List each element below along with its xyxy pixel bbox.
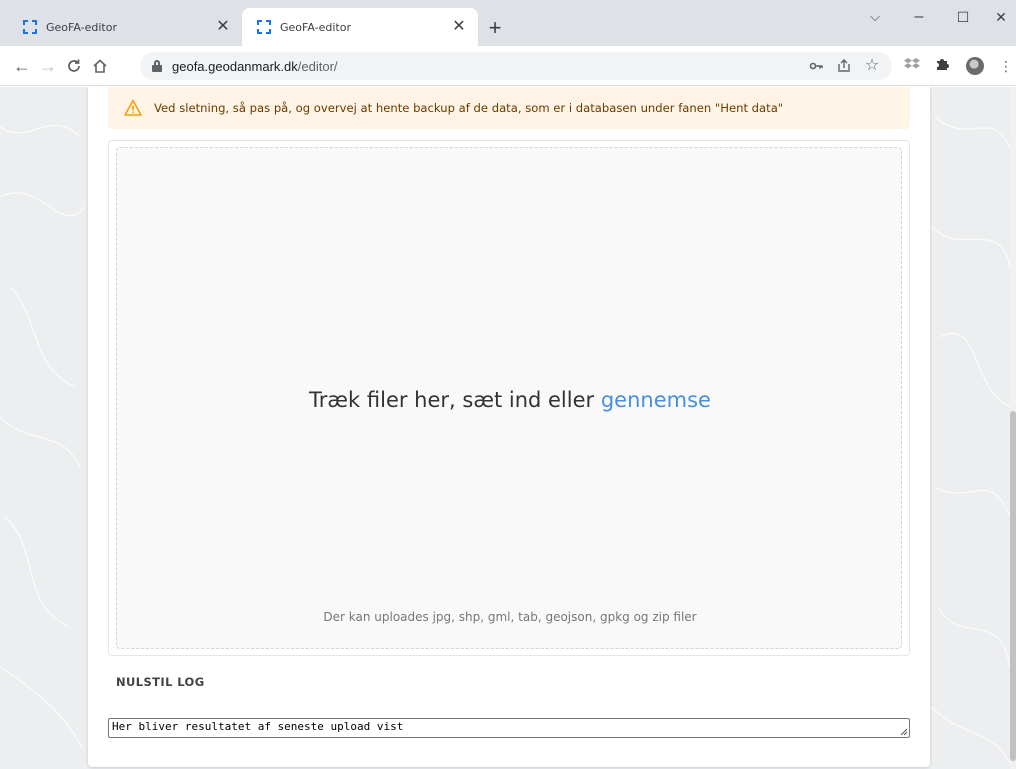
forward-button[interactable]: →: [36, 54, 60, 78]
dropzone-hint: Der kan uploades jpg, shp, gml, tab, geo…: [323, 610, 697, 624]
minimize-button[interactable]: –: [904, 6, 934, 28]
share-icon[interactable]: [836, 58, 852, 74]
page-viewport: Ved sletning, så pas på, og overvej at h…: [0, 87, 1016, 769]
back-button[interactable]: ←: [10, 54, 34, 78]
avatar[interactable]: [966, 57, 984, 75]
new-tab-button[interactable]: +: [484, 17, 506, 40]
geofa-favicon-icon: [22, 19, 38, 35]
reload-icon: [68, 59, 80, 72]
scrollbar-thumb[interactable]: [1010, 411, 1016, 761]
resize-grip-icon[interactable]: [900, 728, 908, 736]
kebab-menu-icon[interactable]: ⋮: [996, 56, 1016, 76]
browser-tab-2[interactable]: GeoFA-editor ✕: [242, 8, 478, 46]
tab-search-chevron-icon[interactable]: ⌵: [860, 6, 890, 28]
warning-alert: Ved sletning, så pas på, og overvej at h…: [108, 87, 910, 129]
maximize-button[interactable]: ☐: [948, 6, 978, 28]
address-bar[interactable]: geofa.geodanmark.dk/editor/ ☆: [140, 52, 892, 80]
browse-link[interactable]: gennemse: [601, 388, 711, 412]
puzzle-icon[interactable]: [932, 56, 952, 76]
geofa-favicon-icon: [256, 19, 272, 35]
tab-title: GeoFA-editor: [280, 20, 351, 34]
warning-text: Ved sletning, så pas på, og overvej at h…: [154, 101, 784, 115]
reset-log-button[interactable]: NULSTIL LOG: [110, 671, 211, 693]
url-path: /editor/: [297, 59, 338, 74]
upload-log-textarea[interactable]: Her bliver resultatet af seneste upload …: [108, 718, 910, 738]
url-host: geofa.geodanmark.dk: [172, 59, 298, 74]
url-text[interactable]: geofa.geodanmark.dk/editor/: [172, 59, 338, 74]
file-dropzone[interactable]: Træk filer her, sæt ind eller gennemse D…: [116, 147, 902, 649]
browser-tab-strip: GeoFA-editor ✕ GeoFA-editor ✕ + ⌵ – ☐ ✕: [0, 0, 1016, 46]
browser-toolbar: ← → geofa.geodanmark.dk/editor/ ☆ ⋮: [0, 46, 1016, 86]
page-scrollbar[interactable]: [1010, 87, 1016, 769]
reload-button[interactable]: [62, 54, 86, 78]
lock-icon[interactable]: [152, 60, 162, 72]
home-button[interactable]: [88, 54, 112, 78]
dropzone-container: Træk filer her, sæt ind eller gennemse D…: [108, 140, 910, 656]
dropzone-label-text: Træk filer her, sæt ind eller: [309, 388, 601, 412]
warning-icon: [124, 99, 142, 116]
dropbox-icon[interactable]: [902, 56, 922, 76]
dropzone-label: Træk filer her, sæt ind eller gennemse: [117, 388, 903, 412]
star-icon[interactable]: ☆: [864, 58, 880, 74]
key-icon[interactable]: [808, 58, 824, 74]
tab-title: GeoFA-editor: [46, 20, 117, 34]
close-window-button[interactable]: ✕: [986, 6, 1016, 28]
arrow-right-icon: →: [39, 56, 57, 76]
upload-card: Ved sletning, så pas på, og overvej at h…: [88, 87, 930, 767]
home-icon: [93, 59, 107, 73]
close-icon[interactable]: ✕: [450, 18, 468, 36]
arrow-left-icon: ←: [13, 56, 31, 76]
close-icon[interactable]: ✕: [214, 18, 232, 36]
browser-tab-1[interactable]: GeoFA-editor ✕: [8, 8, 242, 46]
